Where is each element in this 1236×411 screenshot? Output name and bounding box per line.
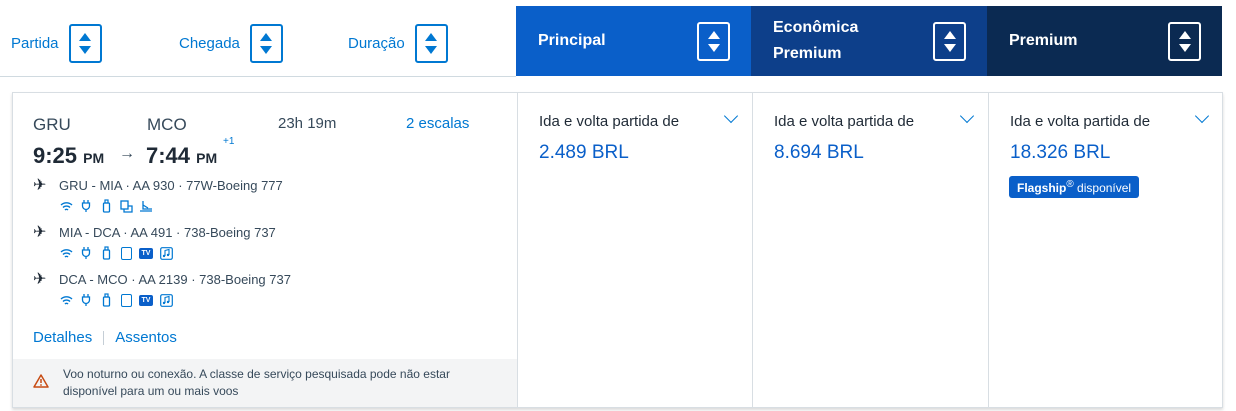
usb-icon: [99, 293, 113, 307]
sort-premium-button[interactable]: [1168, 21, 1201, 61]
flight-duration: 23h 19m: [278, 115, 337, 132]
cabin-header-premium: Premium: [987, 6, 1222, 76]
arrive-time: 7:44 PM: [146, 143, 217, 169]
caret-down-icon: [425, 45, 438, 54]
flagship-text: disponível: [1073, 181, 1132, 195]
details-link[interactable]: Detalhes: [33, 329, 92, 346]
link-divider: [103, 330, 105, 345]
segment-3: ✈ DCA - MCO · AA 2139 · 738-Boeing 737 TV: [33, 269, 291, 307]
plane-icon: ✈: [33, 271, 47, 288]
sort-departure-label: Partida: [11, 34, 59, 52]
cabin-economy-premium-title: Econômica Premium: [773, 15, 858, 67]
music-icon: [159, 293, 173, 307]
sort-arrival: Chegada: [179, 23, 283, 63]
wifi-icon: [59, 246, 73, 260]
power-icon: [79, 246, 93, 260]
fare-premium-label: Ida e volta partida de: [1010, 113, 1151, 130]
caret-down-icon: [79, 45, 92, 54]
caret-up-icon: [707, 30, 720, 39]
warning-icon: [33, 373, 49, 393]
depart-time: 9:25 PM: [33, 143, 104, 169]
cabin-premium-title: Premium: [1009, 32, 1078, 49]
segment-1-amenities: [59, 199, 283, 213]
tv-icon: TV: [139, 246, 153, 260]
stops-link[interactable]: 2 escalas: [406, 115, 469, 132]
chevron-down-icon[interactable]: [959, 108, 975, 124]
arrive-time-period: PM: [196, 150, 218, 166]
flight-details: GRU MCO 23h 19m 2 escalas 9:25 PM → 7:44…: [13, 93, 517, 407]
sort-economy-premium-button[interactable]: [933, 21, 966, 61]
origin-code: GRU: [33, 115, 71, 134]
caret-up-icon: [79, 32, 92, 41]
detail-links: Detalhes Assentos: [33, 329, 177, 346]
caret-up-icon: [260, 32, 273, 41]
segment-2-text: MIA - DCA · AA 491 · 738-Boeing 737: [59, 224, 276, 240]
segment-3-amenities: TV: [59, 293, 291, 307]
caret-up-icon: [425, 32, 438, 41]
sort-duration: Duração: [348, 23, 448, 63]
cabin-header-main: Principal: [516, 6, 751, 76]
cabin-main-title: Principal: [538, 32, 606, 49]
warning-text: Voo noturno ou conexão. A classe de serv…: [63, 367, 450, 398]
fare-main-price: 2.489 BRL: [539, 142, 629, 163]
fare-economy-premium-price: 8.694 BRL: [774, 142, 864, 163]
caret-down-icon: [707, 43, 720, 52]
plane-icon: ✈: [33, 224, 47, 241]
sort-main-button[interactable]: [697, 21, 730, 61]
caret-up-icon: [943, 30, 956, 39]
day-offset: +1: [223, 136, 235, 147]
sort-row: Partida Chegada Duração: [0, 0, 516, 77]
flagship-badge: Flagship® disponível: [1009, 176, 1140, 198]
cabin-header-economy-premium: Econômica Premium: [751, 6, 987, 76]
sort-duration-button[interactable]: [414, 23, 448, 63]
fare-main[interactable]: Ida e volta partida de 2.489 BRL: [517, 93, 752, 407]
lie-flat-icon: [139, 199, 153, 213]
segment-2: ✈ MIA - DCA · AA 491 · 738-Boeing 737 TV: [33, 222, 276, 260]
seats-link[interactable]: Assentos: [115, 329, 177, 346]
plane-icon: ✈: [33, 177, 47, 194]
cabin-economy-premium-line2: Premium: [773, 45, 842, 62]
flagship-reg: ®: [1066, 179, 1074, 190]
destination-code: MCO: [147, 115, 187, 134]
chevron-down-icon[interactable]: [1194, 108, 1210, 124]
fare-premium-price: 18.326 BRL: [1010, 142, 1111, 163]
flight-card: GRU MCO 23h 19m 2 escalas 9:25 PM → 7:44…: [12, 92, 1223, 408]
depart-time-value: 9:25: [33, 143, 78, 168]
flagship-brand: Flagship: [1017, 181, 1067, 195]
warning-banner: Voo noturno ou conexão. A classe de serv…: [13, 359, 517, 407]
chevron-down-icon[interactable]: [723, 108, 739, 124]
wifi-icon: [59, 199, 73, 213]
usb-icon: [99, 199, 113, 213]
arrow-right-icon: →: [119, 145, 135, 162]
segment-1: ✈ GRU - MIA · AA 930 · 77W-Boeing 777: [33, 175, 283, 213]
sort-departure-button[interactable]: [68, 23, 102, 63]
power-icon: [79, 293, 93, 307]
usb-icon: [99, 246, 113, 260]
depart-time-period: PM: [83, 150, 105, 166]
sort-duration-label: Duração: [348, 34, 405, 52]
sort-arrival-label: Chegada: [179, 34, 240, 52]
segment-2-amenities: TV: [59, 246, 276, 260]
caret-up-icon: [1178, 30, 1191, 39]
caret-down-icon: [1178, 43, 1191, 52]
power-icon: [79, 199, 93, 213]
fare-main-label: Ida e volta partida de: [539, 113, 680, 130]
arrive-time-value: 7:44: [146, 143, 191, 168]
fare-economy-premium-label: Ida e volta partida de: [774, 113, 915, 130]
segment-1-text: GRU - MIA · AA 930 · 77W-Boeing 777: [59, 177, 283, 193]
caret-down-icon: [943, 43, 956, 52]
sort-departure: Partida: [11, 23, 102, 63]
fare-premium[interactable]: Ida e volta partida de 18.326 BRL Flagsh…: [988, 93, 1223, 407]
segment-3-text: DCA - MCO · AA 2139 · 738-Boeing 737: [59, 271, 291, 287]
cabin-economy-premium-line1: Econômica: [773, 19, 859, 36]
caret-down-icon: [260, 45, 273, 54]
seatback-icon: [119, 199, 133, 213]
tv-icon: TV: [139, 293, 153, 307]
fare-economy-premium[interactable]: Ida e volta partida de 8.694 BRL: [752, 93, 988, 407]
sort-arrival-button[interactable]: [249, 23, 283, 63]
music-icon: [159, 246, 173, 260]
wifi-icon: [59, 293, 73, 307]
device-icon: [119, 293, 133, 307]
device-icon: [119, 246, 133, 260]
